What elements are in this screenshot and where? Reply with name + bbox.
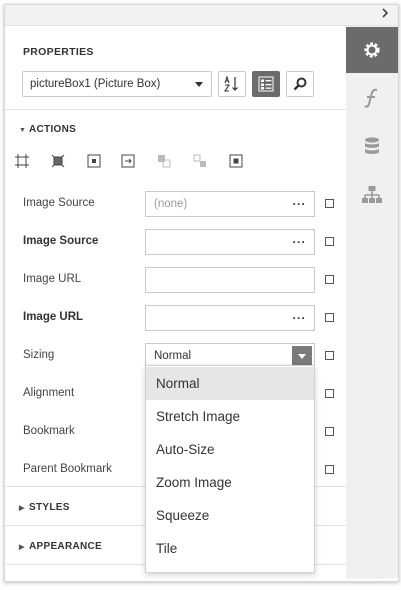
prop-label-parent-bookmark: Parent Bookmark <box>23 463 112 475</box>
dropdown-option[interactable]: Tile <box>146 532 314 565</box>
section-actions-header[interactable]: ▼ ACTIONS <box>19 124 76 135</box>
dropdown-option[interactable]: Stretch Image <box>146 400 314 433</box>
sizing-value: Normal <box>154 350 192 362</box>
chevron-down-icon <box>195 82 203 87</box>
center-horizontally-icon[interactable] <box>87 154 101 168</box>
tab-expressions[interactable] <box>346 75 398 121</box>
image-source-field[interactable]: (none) ··· <box>145 191 315 217</box>
section-styles-header[interactable]: ▶ STYLES <box>19 502 70 513</box>
binding-checkbox[interactable] <box>325 275 334 284</box>
dropdown-option[interactable]: Squeeze <box>146 499 314 532</box>
side-tab-rail <box>346 26 398 581</box>
dropdown-option[interactable]: Zoom Image <box>146 466 314 499</box>
sizing-dropdown-list: Normal Stretch Image Auto-Size Zoom Imag… <box>145 365 315 573</box>
dropdown-option[interactable]: Normal <box>146 367 314 400</box>
image-source-expression-field[interactable]: ··· <box>145 229 315 255</box>
categorized-view-button[interactable] <box>252 71 280 97</box>
search-icon <box>293 77 307 91</box>
send-to-back-icon[interactable] <box>157 154 171 168</box>
function-icon <box>364 88 378 108</box>
panel-top-bar <box>5 5 398 26</box>
prop-label-bookmark: Bookmark <box>23 425 75 437</box>
divider <box>5 109 346 110</box>
prop-label-sizing: Sizing <box>23 349 55 361</box>
ellipsis-button[interactable]: ··· <box>293 230 307 254</box>
torn-edge-decoration <box>5 577 398 581</box>
section-actions-label: ACTIONS <box>29 124 77 135</box>
binding-checkbox[interactable] <box>325 237 334 246</box>
binding-checkbox[interactable] <box>325 351 334 360</box>
fit-bounds-to-container-icon[interactable] <box>15 154 29 168</box>
sort-alphabetical-button[interactable] <box>218 71 246 97</box>
collapsed-triangle-icon: ▶ <box>19 544 25 551</box>
section-appearance-label: APPEARANCE <box>29 541 103 552</box>
image-url-expression-field[interactable]: ··· <box>145 305 315 331</box>
database-icon <box>365 137 379 154</box>
binding-checkbox[interactable] <box>325 313 334 322</box>
prop-label-image-source-bold: Image Source <box>23 235 99 247</box>
bring-to-front-icon[interactable] <box>193 154 207 168</box>
section-appearance-header[interactable]: ▶ APPEARANCE <box>19 541 102 552</box>
object-selector[interactable]: pictureBox1 (Picture Box) <box>22 71 212 97</box>
align-to-grid-icon[interactable] <box>229 154 243 168</box>
properties-panel: PROPERTIES pictureBox1 (Picture Box) ▼ A… <box>4 4 399 582</box>
sort-alphabetical-icon <box>223 75 238 92</box>
section-styles-label: STYLES <box>29 502 70 513</box>
hierarchy-icon <box>362 186 382 203</box>
ellipsis-button[interactable]: ··· <box>293 306 307 330</box>
panel-title: PROPERTIES <box>23 46 94 58</box>
collapse-panel-button[interactable] <box>378 7 392 21</box>
prop-label-image-source: Image Source <box>23 197 95 209</box>
binding-checkbox[interactable] <box>325 465 334 474</box>
prop-label-image-url-bold: Image URL <box>23 311 84 323</box>
binding-checkbox[interactable] <box>325 389 334 398</box>
binding-checkbox[interactable] <box>325 427 334 436</box>
tab-properties[interactable] <box>346 27 398 73</box>
image-source-value: (none) <box>154 198 188 210</box>
object-selector-value: pictureBox1 (Picture Box) <box>30 78 161 90</box>
ellipsis-button[interactable]: ··· <box>293 192 307 216</box>
tab-report-explorer[interactable] <box>346 172 398 218</box>
prop-label-image-url: Image URL <box>23 273 82 285</box>
chevron-down-icon[interactable] <box>292 346 312 366</box>
tab-field-list[interactable] <box>346 124 398 170</box>
expanded-triangle-icon: ▼ <box>19 127 27 134</box>
search-button[interactable] <box>286 71 314 97</box>
categorized-view-icon <box>258 76 274 92</box>
binding-checkbox[interactable] <box>325 199 334 208</box>
fit-to-content-icon[interactable] <box>51 154 65 168</box>
image-url-input[interactable] <box>145 267 315 293</box>
chevron-right-icon <box>382 8 389 18</box>
center-vertically-icon[interactable] <box>121 154 135 168</box>
prop-label-alignment: Alignment <box>23 387 75 399</box>
dropdown-option[interactable]: Auto-Size <box>146 433 314 466</box>
gear-icon <box>364 42 380 58</box>
collapsed-triangle-icon: ▶ <box>19 505 25 512</box>
